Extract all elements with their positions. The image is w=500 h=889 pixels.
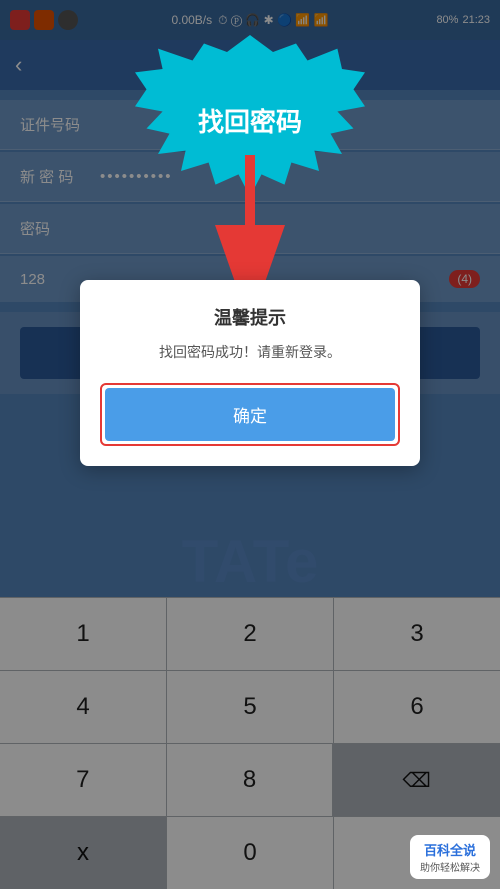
dialog-message: 找回密码成功！请重新登录。 bbox=[100, 342, 400, 363]
red-arrow bbox=[210, 155, 290, 300]
dialog-btn-wrapper: 确定 bbox=[100, 383, 400, 446]
dialog-confirm-button[interactable]: 确定 bbox=[105, 388, 395, 441]
callout-text: 找回密码 bbox=[198, 102, 302, 139]
watermark-title: 百科全说 bbox=[424, 840, 476, 859]
watermark-subtitle: 助你轻松解决 bbox=[420, 859, 480, 874]
dialog: 温馨提示 找回密码成功！请重新登录。 确定 bbox=[80, 280, 420, 466]
dialog-title: 温馨提示 bbox=[100, 304, 400, 330]
watermark: 百科全说 助你轻松解决 bbox=[410, 835, 490, 879]
